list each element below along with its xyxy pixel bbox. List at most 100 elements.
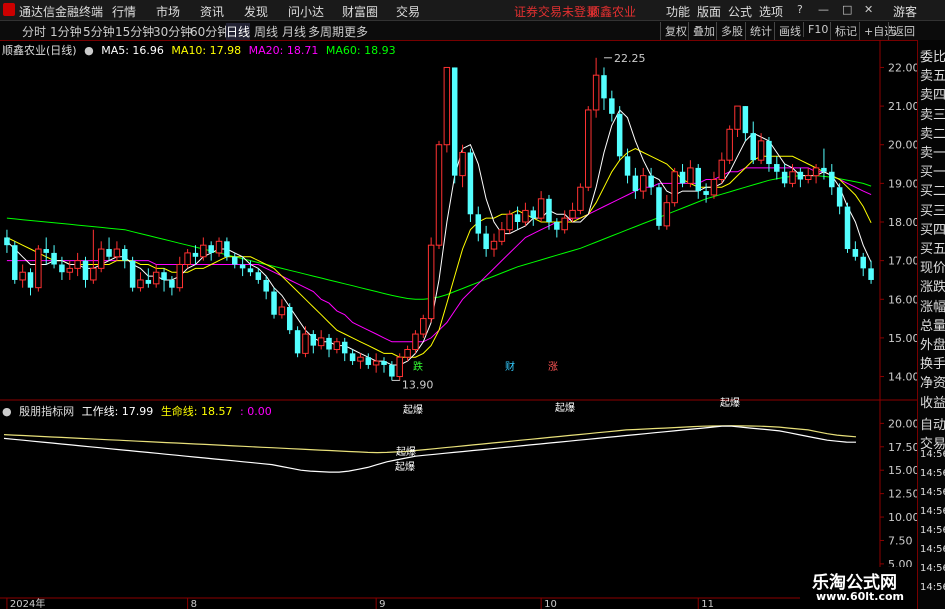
side-panel-item[interactable]: 14:56 bbox=[920, 563, 945, 574]
candle-body-down bbox=[530, 210, 537, 219]
candle-body-down bbox=[169, 279, 175, 288]
candle-body-down bbox=[797, 171, 804, 180]
legend-toggle-icon[interactable]: ● bbox=[84, 44, 94, 57]
side-panel-item[interactable]: 买三 bbox=[920, 200, 945, 219]
side-panel-item[interactable]: 收益 bbox=[920, 392, 945, 411]
candle-body-up bbox=[333, 341, 341, 351]
chart-axes: 22.00 21.00 20.00 19.00 18.00 17.00 16.00 15.00… bbox=[6, 61, 917, 609]
candle-body-down bbox=[774, 164, 780, 172]
candle-body-down bbox=[106, 249, 112, 257]
quote-side-panel: 委比 卖五 卖四 卖三 卖二 卖一 买一 买二 买三 买四 买五 现价 涨跌 涨幅 总量 外盘 换手 净资 收益自动… bbox=[917, 40, 945, 609]
side-panel-item[interactable]: 14:56 bbox=[920, 544, 945, 555]
side-panel-item[interactable]: 买四 bbox=[920, 219, 945, 238]
date-tick-label: 8 bbox=[191, 599, 197, 609]
high-label: 22.25 bbox=[614, 52, 646, 65]
candle-body-down bbox=[82, 260, 89, 280]
candle-body-down bbox=[868, 268, 874, 280]
event-marker: 涨 bbox=[548, 361, 558, 373]
side-panel-item[interactable]: 外盘 bbox=[920, 334, 945, 353]
legend-ma20: MA20: 18.71 bbox=[248, 44, 319, 57]
indicator-toggle-icon[interactable]: ● bbox=[2, 405, 12, 418]
candle-body-up bbox=[459, 151, 466, 177]
indicator-legend: ● 殷朋指标网 工作线: 17.99 生命线: 18.57 : 0.00 bbox=[2, 403, 276, 419]
candle-body-down bbox=[224, 241, 230, 257]
side-panel-item[interactable]: 14:56 bbox=[920, 506, 945, 517]
candle-body-up bbox=[420, 318, 427, 335]
side-panel-item[interactable]: 委比 bbox=[920, 46, 945, 65]
candle-body-up bbox=[317, 337, 325, 347]
signal-label: 起爆 bbox=[395, 461, 415, 473]
indicator-tick-label: 12.50 bbox=[888, 488, 917, 501]
candle-body-up bbox=[490, 240, 498, 250]
candle-body-down bbox=[695, 167, 701, 192]
side-panel-item[interactable]: 买一 bbox=[920, 161, 945, 180]
candle-body-down bbox=[475, 214, 482, 234]
side-panel-item[interactable]: 14:56 bbox=[920, 582, 945, 593]
legend-work-line: 工作线: 17.99 bbox=[81, 405, 154, 418]
candle-body-down bbox=[286, 307, 293, 331]
candle-body-up bbox=[113, 248, 121, 258]
candle-body-up bbox=[90, 267, 97, 281]
price-tick-label: 19.00 bbox=[888, 177, 917, 190]
candle-body-down bbox=[554, 222, 560, 230]
candle-body-down bbox=[829, 171, 835, 188]
indicator-lines bbox=[3, 425, 857, 473]
signal-label: 起爆 bbox=[555, 402, 575, 414]
side-panel-item[interactable]: 现价 bbox=[920, 257, 945, 276]
side-panel-item[interactable]: 涨幅 bbox=[920, 296, 945, 315]
price-tick-label: 21.00 bbox=[888, 100, 917, 113]
side-panel-item[interactable]: 卖二 bbox=[920, 123, 945, 142]
candle-body-down bbox=[467, 152, 474, 215]
candle-body-down bbox=[742, 106, 749, 134]
indicator-tick-label: 7.50 bbox=[888, 534, 913, 547]
side-panel-item[interactable]: 买二 bbox=[920, 180, 945, 199]
chart-grid bbox=[0, 40, 917, 599]
candle-body-up bbox=[671, 171, 678, 204]
candle-body-up bbox=[74, 260, 81, 269]
candle-body-down bbox=[821, 167, 827, 172]
side-panel-item[interactable]: 买五 bbox=[920, 238, 945, 257]
legend-extra: : 0.00 bbox=[240, 405, 272, 418]
side-panel-item[interactable]: 14:56 bbox=[920, 487, 945, 498]
side-panel-item[interactable]: 卖四 bbox=[920, 84, 945, 103]
candle-body-down bbox=[483, 233, 489, 250]
candle-body-up bbox=[640, 175, 647, 192]
legend-ma10: MA10: 17.98 bbox=[171, 44, 242, 57]
side-panel-item[interactable]: 卖三 bbox=[920, 104, 945, 123]
chart-title: 顺鑫农业(日线) bbox=[2, 44, 77, 57]
candle-body-up bbox=[561, 217, 568, 231]
price-tick-label: 18.00 bbox=[888, 216, 917, 229]
candle-body-down bbox=[656, 187, 662, 226]
low-label: 13.90 bbox=[402, 378, 434, 391]
candle-body-down bbox=[239, 264, 246, 269]
signal-label: 起爆 bbox=[720, 397, 740, 409]
candle-body-up bbox=[585, 109, 592, 188]
side-panel-item[interactable]: 换手 bbox=[920, 353, 945, 372]
side-panel-item[interactable]: 卖一 bbox=[920, 142, 945, 161]
candle-body-down bbox=[51, 252, 57, 265]
candle-body-down bbox=[122, 249, 128, 261]
side-panel-item[interactable]: 自动 bbox=[920, 414, 945, 433]
side-panel-item[interactable]: 卖五 bbox=[920, 65, 945, 84]
candle-body-up bbox=[302, 333, 309, 354]
candle-body-up bbox=[569, 209, 576, 219]
side-panel-item[interactable]: 总量 bbox=[920, 315, 945, 334]
indicator-tick-label: 20.00 bbox=[888, 417, 917, 430]
side-panel-item[interactable]: 净资 bbox=[920, 372, 945, 391]
side-panel-item[interactable]: 14:56 bbox=[920, 449, 945, 460]
indicator-tick-label: 15.00 bbox=[888, 464, 917, 477]
candle-body-up bbox=[710, 179, 718, 196]
candle-body-down bbox=[294, 330, 301, 354]
side-panel-item[interactable]: 涨跌 bbox=[920, 276, 945, 295]
candle-body-down bbox=[852, 249, 859, 257]
kline-chart[interactable]: 22.00 21.00 20.00 19.00 18.00 17.00 16.00 15.00… bbox=[0, 0, 917, 609]
side-panel-item[interactable]: 14:56 bbox=[920, 525, 945, 536]
candle-body-down bbox=[247, 268, 254, 273]
price-tick-label: 17.00 bbox=[888, 255, 917, 268]
candle-body-down bbox=[341, 341, 348, 354]
candle-body-up bbox=[372, 360, 380, 366]
side-panel-item[interactable]: 14:56 bbox=[920, 468, 945, 479]
candle-body-up bbox=[97, 248, 105, 269]
price-legend: 顺鑫农业(日线) ● MA5: 16.96 MA10: 17.98 MA20: … bbox=[2, 42, 400, 58]
date-tick-label: 10 bbox=[544, 599, 557, 609]
